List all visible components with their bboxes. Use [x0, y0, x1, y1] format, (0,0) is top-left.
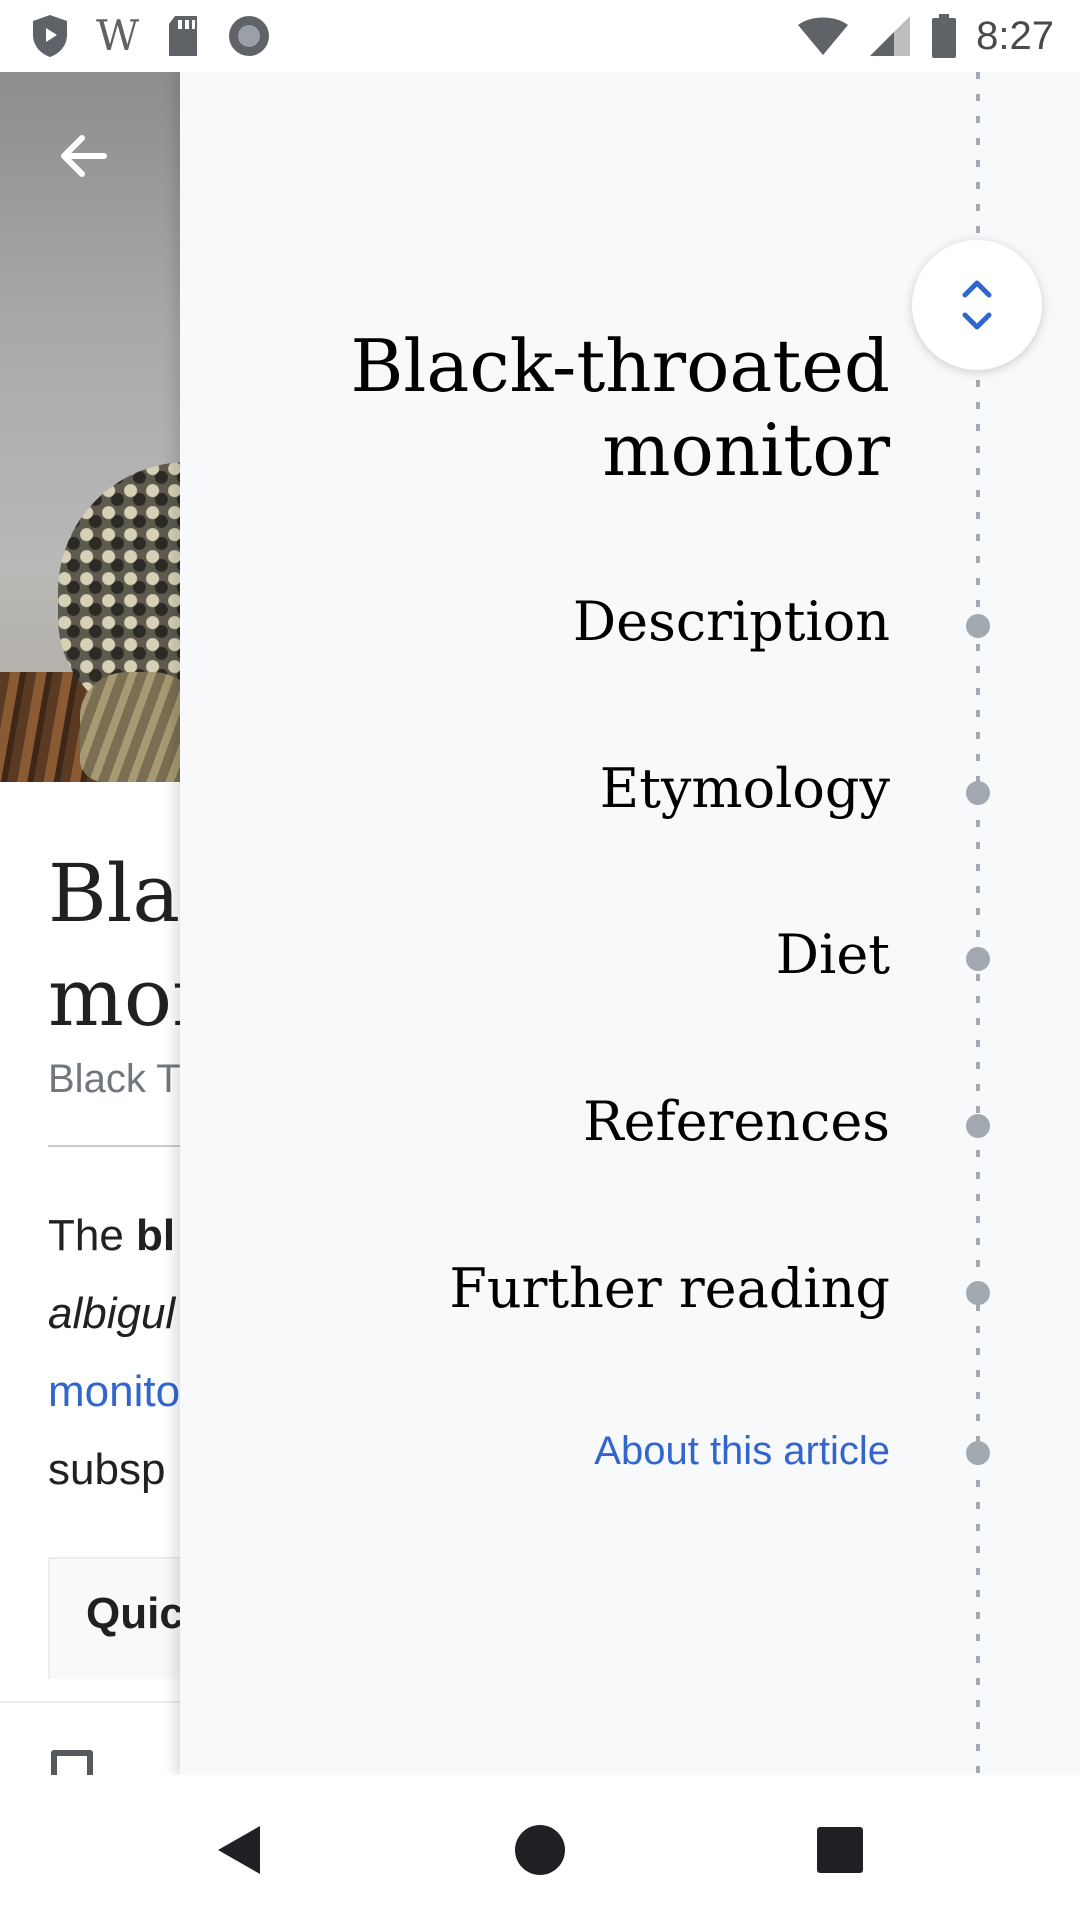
toc-title[interactable]: Black-throated monitor [290, 324, 890, 492]
body-link[interactable]: monito [48, 1367, 180, 1416]
toc-scroll-handle[interactable] [912, 240, 1042, 370]
nav-home-icon[interactable] [505, 1815, 575, 1885]
shield-play-icon [30, 13, 70, 59]
toc-dot-further-reading [966, 1281, 990, 1305]
toc-dot-references [966, 1114, 990, 1138]
status-bar-right: 8:27 [796, 10, 1054, 62]
circle-record-icon [227, 14, 271, 58]
body-text-tail: subsp [48, 1445, 166, 1494]
chevron-up-down-icon [962, 280, 992, 330]
body-bold-text: bl [136, 1211, 176, 1260]
wifi-icon [796, 15, 850, 57]
toc-dot-etymology [966, 781, 990, 805]
toc-item-about-this-article[interactable]: About this article [290, 1426, 890, 1476]
toc-item-references[interactable]: References [290, 1090, 890, 1154]
table-of-contents-drawer: Black-throated monitor Description Etymo… [180, 72, 1080, 1775]
nav-back-icon[interactable] [205, 1815, 275, 1885]
toc-dot-description [966, 614, 990, 638]
quick-facts-label: Quic [86, 1589, 184, 1638]
body-italic-text: albigul [48, 1289, 176, 1338]
sd-card-icon [165, 14, 201, 58]
status-bar-left: W [30, 10, 271, 62]
toc-dot-diet [966, 947, 990, 971]
toc-dot-about [966, 1441, 990, 1465]
toc-item-etymology[interactable]: Etymology [290, 757, 890, 821]
wikipedia-w-icon: W [96, 11, 140, 60]
status-bar: W 8:27 [0, 0, 1080, 72]
back-arrow-icon[interactable] [52, 124, 116, 188]
toc-item-diet[interactable]: Diet [290, 923, 890, 987]
battery-icon [930, 13, 958, 59]
toc-item-further-reading[interactable]: Further reading [290, 1257, 890, 1321]
system-navigation-bar [0, 1775, 1080, 1920]
nav-recents-icon[interactable] [805, 1815, 875, 1885]
signal-icon [868, 14, 912, 58]
toc-item-description[interactable]: Description [290, 590, 890, 654]
clock: 8:27 [976, 13, 1054, 58]
body-text: The [48, 1211, 137, 1260]
